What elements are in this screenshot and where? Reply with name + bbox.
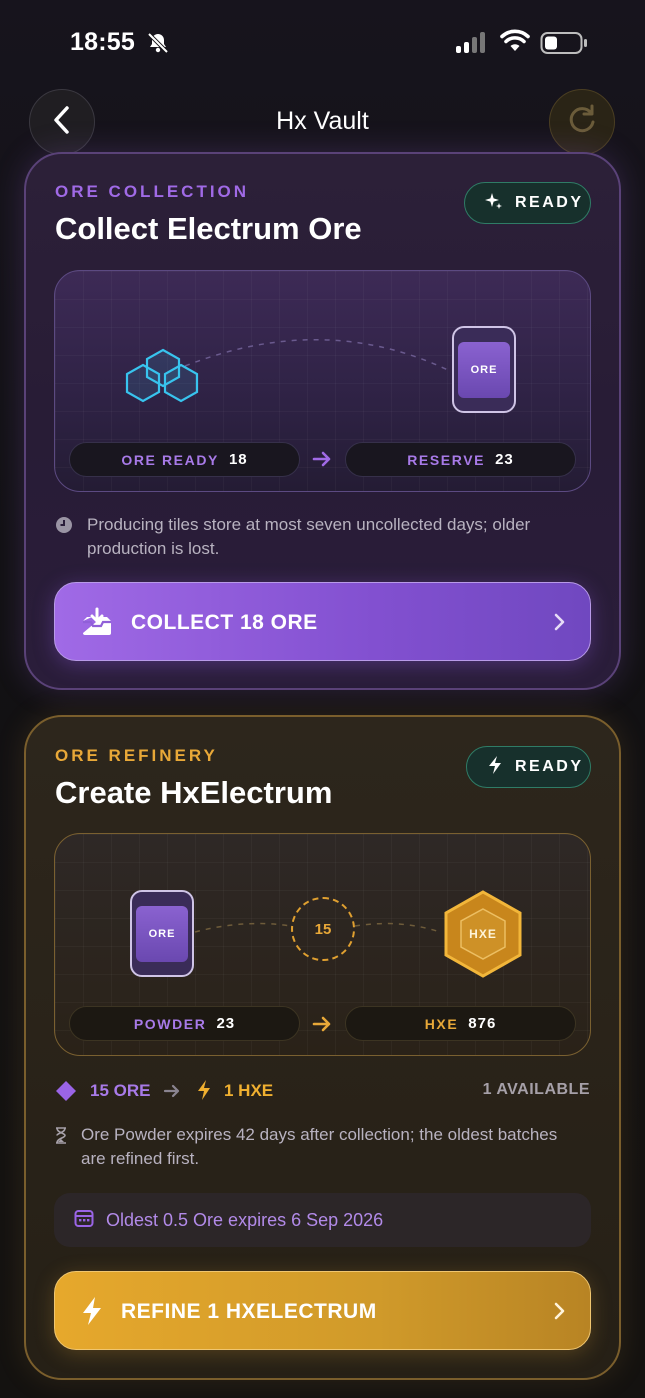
status-time: 18:55 — [70, 28, 135, 56]
reserve-stat-label: RESERVE — [407, 451, 486, 468]
ore-chip-icon: ORE — [452, 326, 516, 413]
ore-diamond-icon — [55, 1080, 77, 1107]
collect-ore-button-label: COLLECT 18 ORE — [131, 611, 318, 634]
powder-stat-value: 23 — [216, 1015, 236, 1032]
cell-signal-icon — [456, 31, 485, 53]
ore-refinery-title: Create HxElectrum — [55, 775, 333, 810]
refinery-ready-badge-label: READY — [515, 758, 584, 775]
arrow-right-icon — [163, 1083, 181, 1104]
ore-ready-stat-value: 18 — [228, 451, 248, 468]
ore-ready-stat-label: ORE READY — [121, 451, 219, 468]
cubes-icon — [123, 345, 203, 410]
refresh-icon — [565, 103, 599, 142]
arrow-right-icon — [312, 1015, 332, 1038]
chevron-right-icon — [553, 613, 565, 636]
battery-icon — [540, 31, 590, 60]
refinery-ore-chip-label: ORE — [136, 905, 188, 962]
ore-chip-icon: ORE — [130, 890, 194, 977]
hxe-stat: HXE 876 — [345, 1006, 576, 1041]
ore-ready-stat: ORE READY 18 — [69, 442, 300, 477]
clock-icon — [55, 516, 73, 539]
refine-hxelectrum-button-label: REFINE 1 HXELECTRUM — [121, 1300, 377, 1323]
lightning-icon — [487, 755, 503, 780]
calendar-icon — [74, 1208, 94, 1233]
oldest-expiry-text: Oldest 0.5 Ore expires 6 Sep 2026 — [106, 1209, 384, 1230]
rate-input: 15 ORE — [90, 1081, 151, 1100]
rate-output: 1 HXE — [224, 1081, 274, 1100]
powder-stat: POWDER 23 — [69, 1006, 300, 1041]
ore-refinery-note: Ore Powder expires 42 days after collect… — [81, 1125, 558, 1168]
wifi-icon — [500, 29, 530, 58]
chevron-right-icon — [553, 1302, 565, 1325]
ore-refinery-eyebrow: ORE REFINERY — [55, 746, 218, 765]
hxe-stat-value: 876 — [468, 1015, 497, 1032]
ore-chip-label: ORE — [458, 341, 510, 398]
bell-muted-icon — [146, 31, 170, 60]
refine-ratio-ring: 15 — [291, 897, 355, 961]
reserve-stat: RESERVE 23 — [345, 442, 576, 477]
oldest-expiry-notice: Oldest 0.5 Ore expires 6 Sep 2026 — [54, 1193, 591, 1247]
hxe-stat-label: HXE — [424, 1015, 459, 1032]
ore-collection-eyebrow: ORE COLLECTION — [55, 182, 250, 201]
refine-hxelectrum-button[interactable]: REFINE 1 HXELECTRUM — [54, 1271, 591, 1350]
ore-collection-note: Producing tiles store at most seven unco… — [87, 515, 531, 558]
hxe-hexagon-icon: HXE — [442, 889, 524, 984]
hxe-hexagon-label: HXE — [469, 927, 497, 941]
refinery-ready-badge: READY — [466, 746, 591, 788]
arrow-right-icon — [312, 450, 332, 473]
ore-ready-badge: READY — [464, 182, 591, 224]
lightning-icon — [196, 1079, 212, 1106]
available-count: 1 AVAILABLE — [482, 1081, 590, 1098]
hourglass-icon — [55, 1127, 67, 1149]
sparkle-icon — [485, 192, 503, 215]
reserve-stat-value: 23 — [495, 451, 514, 468]
lightning-icon — [81, 1296, 103, 1331]
ore-ready-badge-label: READY — [515, 194, 584, 211]
collect-ore-button[interactable]: COLLECT 18 ORE — [54, 582, 591, 661]
refresh-button[interactable] — [549, 89, 615, 155]
collect-tray-icon — [81, 607, 113, 642]
powder-stat-label: POWDER — [133, 1015, 207, 1032]
ore-collection-title: Collect Electrum Ore — [55, 211, 362, 246]
